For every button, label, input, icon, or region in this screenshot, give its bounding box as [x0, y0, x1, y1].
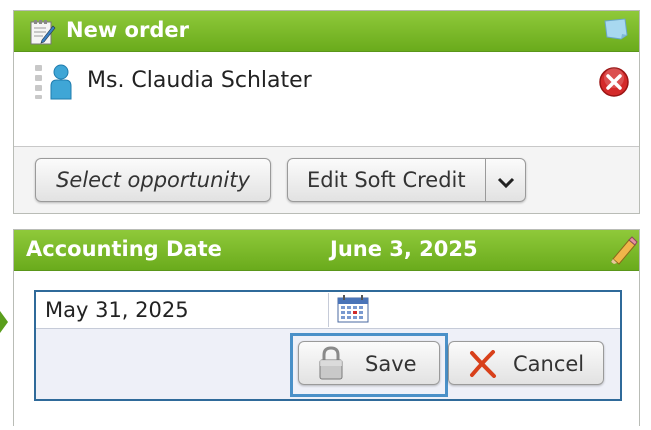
- accounting-date-panel: Accounting Date June 3, 2025 May 31, 202…: [13, 229, 640, 426]
- date-input[interactable]: [37, 293, 329, 327]
- expand-arrow-icon[interactable]: [0, 311, 8, 333]
- new-order-panel: New order Ms. Claudia Schlater Select op…: [13, 10, 640, 214]
- drag-handle-icon[interactable]: [35, 65, 43, 103]
- save-label: Save: [365, 352, 417, 376]
- person-icon: [49, 64, 73, 104]
- select-opportunity-label: Select opportunity: [56, 168, 250, 192]
- accounting-date-header: Accounting Date June 3, 2025: [14, 230, 639, 271]
- edit-soft-credit-button[interactable]: Edit Soft Credit: [287, 158, 526, 202]
- note-icon[interactable]: [603, 17, 629, 46]
- soft-credit-divider: [485, 159, 486, 201]
- cancel-label: Cancel: [513, 352, 585, 376]
- remove-icon[interactable]: [598, 66, 630, 102]
- new-order-header: New order: [14, 11, 639, 52]
- accounting-date-title: Accounting Date: [26, 237, 222, 261]
- pencil-icon[interactable]: [608, 235, 638, 270]
- select-opportunity-button[interactable]: Select opportunity: [35, 158, 271, 202]
- edit-soft-credit-label: Edit Soft Credit: [307, 168, 466, 192]
- save-button[interactable]: Save: [298, 341, 440, 385]
- notepad-icon: [28, 18, 56, 51]
- lock-icon: [316, 345, 346, 386]
- date-edit-box: Save Cancel: [34, 290, 622, 401]
- cancel-x-icon: [468, 350, 498, 383]
- calendar-icon[interactable]: [337, 295, 369, 327]
- new-order-title: New order: [66, 18, 189, 42]
- contact-area: Ms. Claudia Schlater: [14, 52, 639, 147]
- cancel-button[interactable]: Cancel: [448, 341, 604, 385]
- contact-name[interactable]: Ms. Claudia Schlater: [87, 68, 312, 93]
- accounting-date-value: June 3, 2025: [330, 237, 478, 261]
- chevron-down-icon[interactable]: [496, 172, 516, 196]
